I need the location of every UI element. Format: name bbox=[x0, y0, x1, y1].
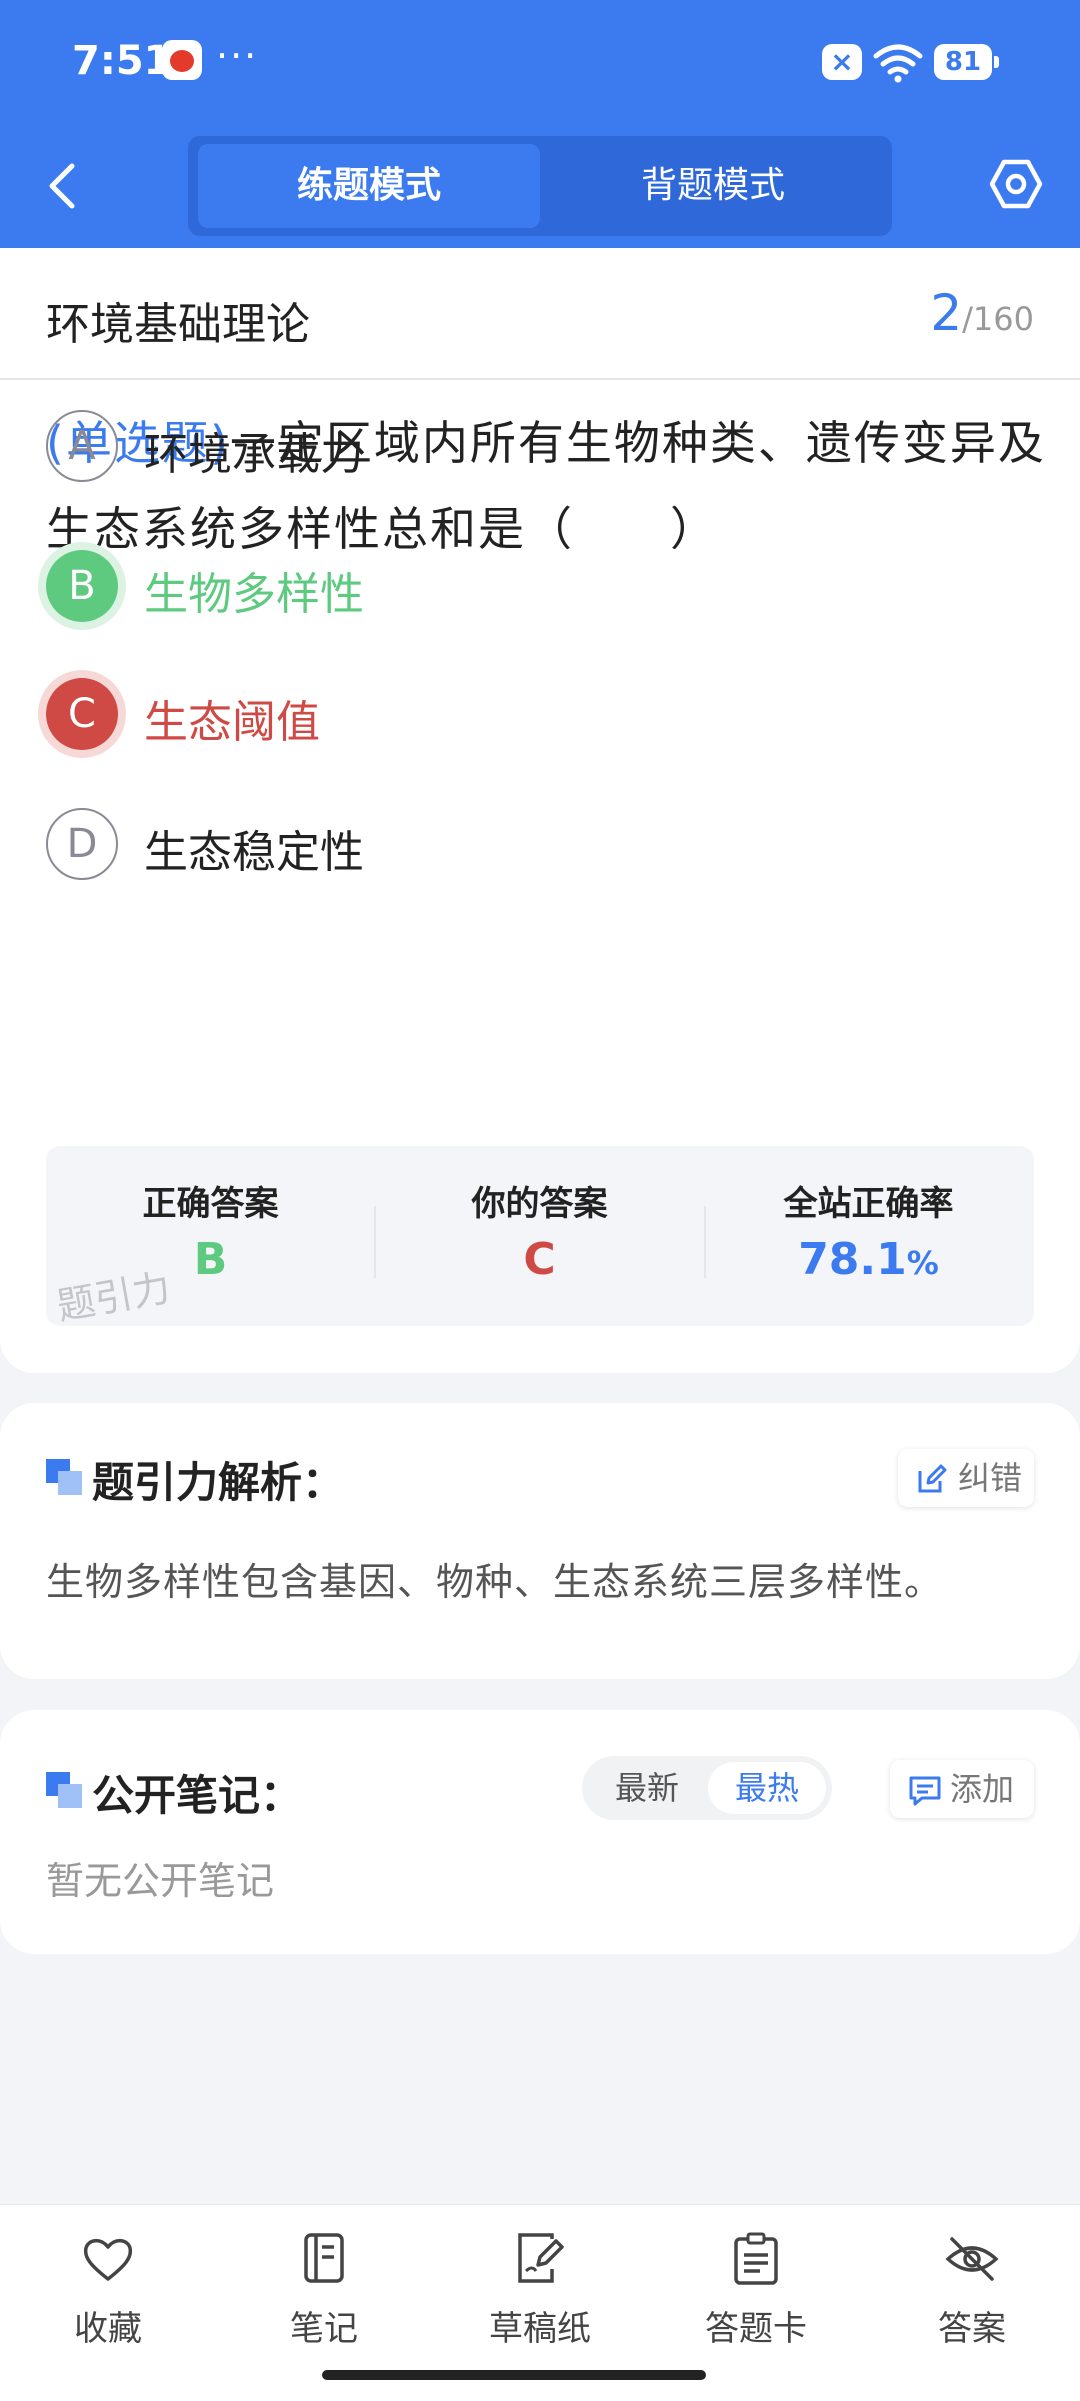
tab-answer[interactable]: 答案 bbox=[864, 2205, 1080, 2385]
your-answer-label: 你的答案 bbox=[471, 1184, 608, 1224]
sort-hot-button[interactable]: 最热 bbox=[708, 1762, 826, 1814]
settings-icon[interactable] bbox=[988, 156, 1044, 212]
back-icon[interactable] bbox=[42, 158, 82, 214]
tab-label: 答案 bbox=[938, 2309, 1006, 2349]
correct-answer-label: 正确答案 bbox=[142, 1184, 279, 1224]
tab-memorize-mode[interactable]: 背题模式 bbox=[542, 144, 884, 228]
tab-label: 草稿纸 bbox=[489, 2309, 591, 2349]
tab-notes[interactable]: 笔记 bbox=[216, 2205, 432, 2385]
sort-latest-button[interactable]: 最新 bbox=[588, 1762, 706, 1814]
notes-sort-toggle: 最新 最热 bbox=[582, 1756, 832, 1820]
total-count: /160 bbox=[962, 300, 1034, 338]
heart-icon bbox=[83, 2239, 133, 2281]
add-note-label: 添加 bbox=[950, 1770, 1015, 1808]
question-card: 环境基础理论 2/160 (单选题)一定区域内所有生物种类、遗传变异及生态系统多… bbox=[0, 248, 1080, 1373]
tab-practice-mode[interactable]: 练题模式 bbox=[198, 144, 540, 228]
app-notification-icon bbox=[162, 40, 202, 80]
tab-label: 答题卡 bbox=[705, 2309, 807, 2349]
tab-answer-card[interactable]: 答题卡 bbox=[648, 2205, 864, 2385]
your-answer-col: 你的答案 C bbox=[375, 1146, 704, 1326]
accuracy-value: 78.1% bbox=[704, 1234, 1033, 1285]
option-letter: C bbox=[46, 678, 118, 750]
report-error-button[interactable]: 纠错 bbox=[898, 1449, 1034, 1507]
option-c[interactable]: C 生态阈值 bbox=[46, 678, 946, 750]
draft-paper-icon bbox=[518, 2233, 564, 2283]
option-letter: D bbox=[46, 808, 118, 880]
edit-icon bbox=[918, 1464, 947, 1493]
option-d[interactable]: D 生态稳定性 bbox=[46, 808, 946, 880]
analysis-card: 题引力解析： 纠错 生物多样性包含基因、物种、生态系统三层多样性。 bbox=[0, 1403, 1080, 1679]
option-text: 生物多样性 bbox=[144, 569, 364, 620]
option-letter: A bbox=[46, 410, 118, 482]
option-letter: B bbox=[46, 550, 118, 622]
question-progress: 2/160 bbox=[930, 284, 1034, 342]
accuracy-number: 78.1 bbox=[798, 1234, 907, 1285]
analysis-text: 生物多样性包含基因、物种、生态系统三层多样性。 bbox=[46, 1560, 944, 1604]
status-time: 7:51 bbox=[72, 38, 172, 84]
accuracy-col: 全站正确率 78.1% bbox=[704, 1146, 1033, 1326]
subject-title: 环境基础理论 bbox=[46, 299, 310, 350]
section-marker-icon bbox=[46, 1459, 82, 1495]
tab-draft[interactable]: 草稿纸 bbox=[432, 2205, 648, 2385]
tab-label: 收藏 bbox=[74, 2309, 142, 2349]
empty-notes-text: 暂无公开笔记 bbox=[46, 1859, 275, 1903]
answer-summary: 正确答案 B 你的答案 C 全站正确率 78.1% 题引力 bbox=[46, 1146, 1034, 1326]
divider bbox=[0, 378, 1080, 380]
signal-off-icon: × bbox=[822, 44, 862, 80]
add-note-button[interactable]: 添加 bbox=[890, 1760, 1034, 1818]
current-index: 2 bbox=[930, 284, 963, 342]
notes-card: 公开笔记： 最新 最热 添加 暂无公开笔记 bbox=[0, 1710, 1080, 1954]
option-text: 环境承载力 bbox=[144, 429, 364, 480]
accuracy-label: 全站正确率 bbox=[783, 1184, 954, 1224]
accuracy-unit: % bbox=[906, 1244, 939, 1282]
option-a[interactable]: A 环境承载力 bbox=[46, 410, 946, 482]
option-text: 生态稳定性 bbox=[144, 827, 364, 878]
your-answer-value: C bbox=[523, 1234, 556, 1285]
header: 7:51 ··· × 81 练题模式 背题模式 bbox=[0, 0, 1080, 248]
more-notifications-icon: ··· bbox=[216, 34, 259, 78]
option-b[interactable]: B 生物多样性 bbox=[46, 550, 946, 622]
section-marker-icon bbox=[46, 1772, 82, 1808]
eye-off-icon bbox=[945, 2237, 999, 2281]
mode-switch: 练题模式 背题模式 bbox=[188, 136, 892, 236]
answer-card-icon bbox=[734, 2232, 778, 2285]
notebook-icon bbox=[304, 2233, 344, 2283]
tab-label: 笔记 bbox=[290, 2309, 358, 2349]
notes-title: 公开笔记： bbox=[92, 1771, 303, 1820]
battery-icon: 81 bbox=[934, 44, 999, 80]
status-bar: 7:51 ··· × 81 bbox=[0, 0, 1080, 126]
home-indicator[interactable] bbox=[322, 2370, 706, 2380]
tab-favorite[interactable]: 收藏 bbox=[0, 2205, 216, 2385]
report-error-label: 纠错 bbox=[958, 1459, 1023, 1497]
option-text: 生态阈值 bbox=[144, 697, 320, 748]
wifi-icon bbox=[873, 44, 923, 83]
analysis-title: 题引力解析： bbox=[92, 1458, 345, 1507]
comment-icon bbox=[909, 1776, 941, 1806]
